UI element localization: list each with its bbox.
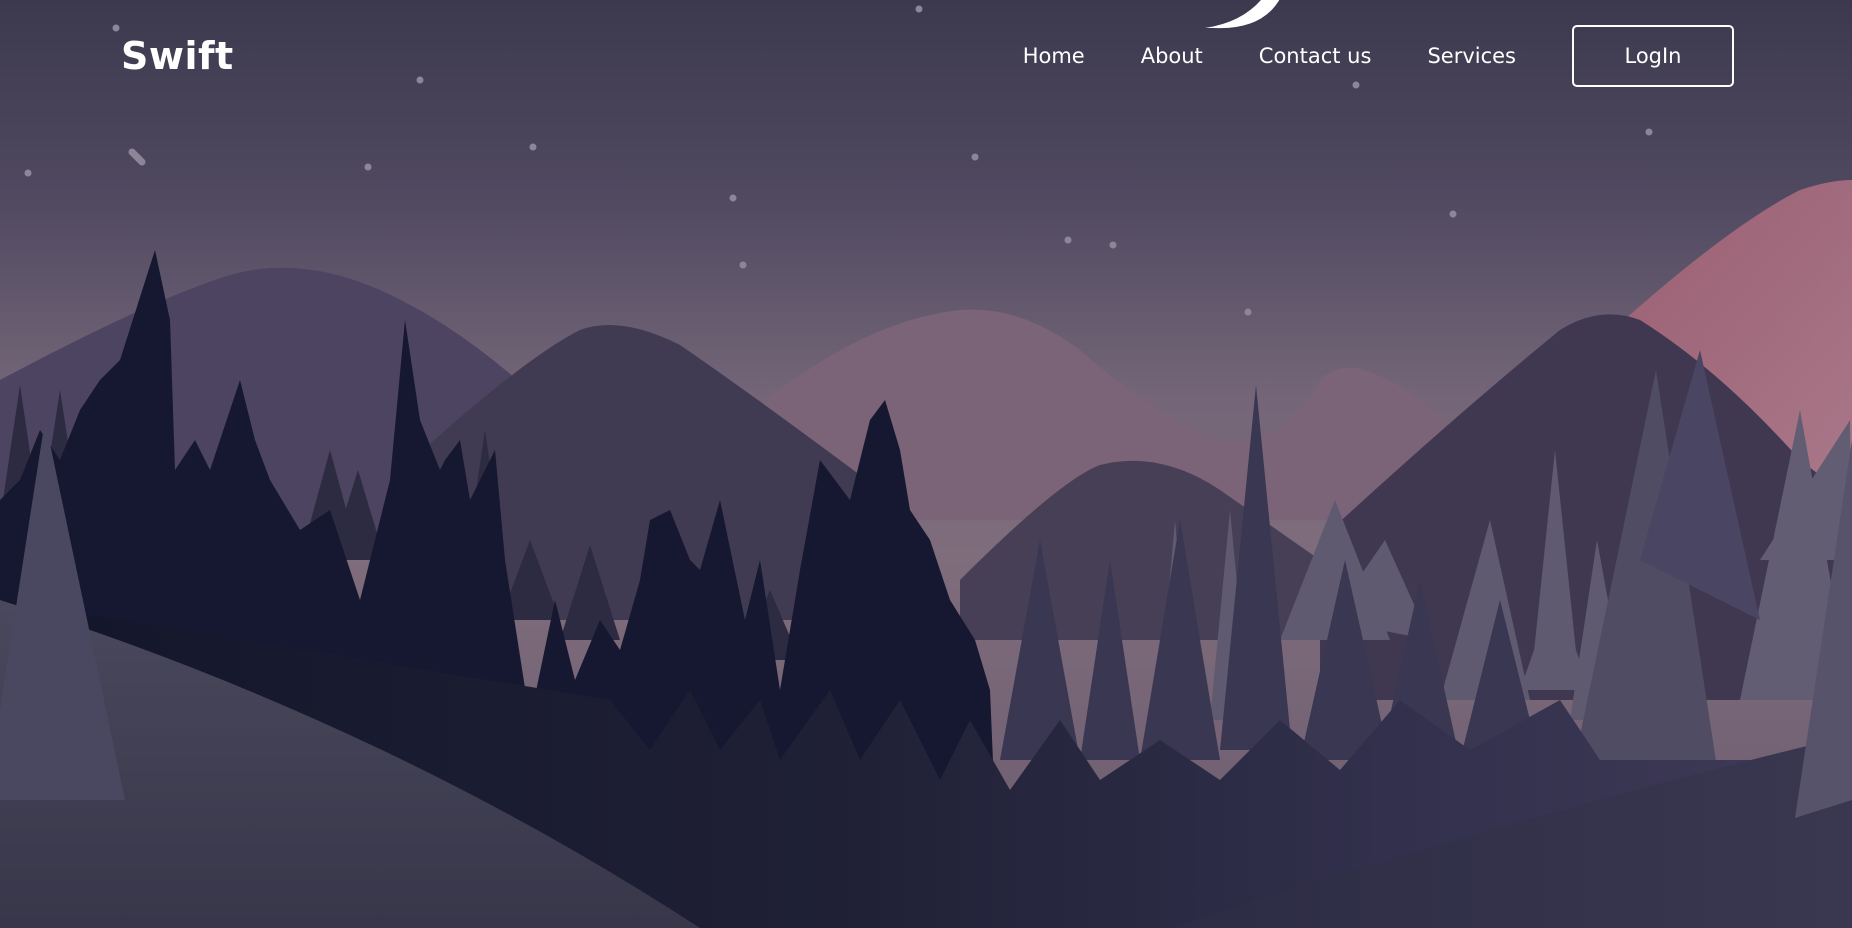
login-button[interactable]: LogIn (1572, 25, 1734, 87)
brand-logo-text[interactable]: Swift (121, 30, 234, 82)
nav-link-home[interactable]: Home (1023, 44, 1085, 68)
nav-links: Home About Contact us Services LogIn (1023, 25, 1734, 87)
night-landscape-illustration (0, 0, 1852, 928)
nav-link-services[interactable]: Services (1427, 44, 1516, 68)
top-navigation-bar: Swift Home About Contact us Services Log… (0, 0, 1852, 112)
nav-link-about[interactable]: About (1141, 44, 1203, 68)
landing-page: Swift Home About Contact us Services Log… (0, 0, 1852, 928)
nav-link-contact-us[interactable]: Contact us (1259, 44, 1372, 68)
